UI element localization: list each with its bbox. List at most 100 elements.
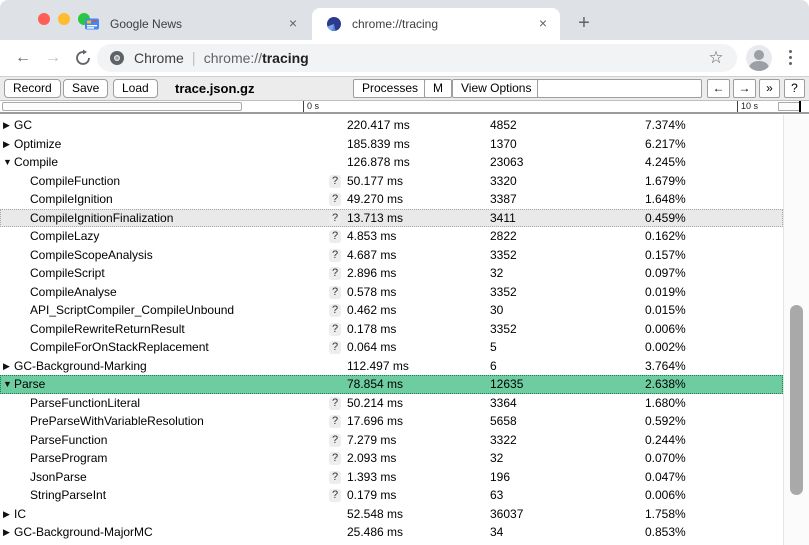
table-row[interactable]: CompileIgnition?49.270 ms33871.648% (0, 190, 783, 209)
slice-percent: 2.638% (645, 375, 686, 394)
back-icon[interactable]: ← (12, 47, 34, 69)
processes-button[interactable]: Processes (353, 79, 427, 98)
minimize-window-button[interactable] (58, 13, 70, 25)
help-icon[interactable]: ? (329, 249, 341, 262)
help-icon[interactable]: ? (329, 489, 341, 502)
find-next-button[interactable]: → (733, 79, 756, 98)
table-row[interactable]: CompileIgnitionFinalization?13.713 ms341… (0, 209, 783, 228)
slice-name: CompileScopeAnalysis (30, 246, 153, 265)
timeline-ruler: 0 s 10 s (0, 101, 809, 114)
slice-percent: 4.245% (645, 153, 686, 172)
slice-percent: 0.015% (645, 301, 686, 320)
table-row[interactable]: CompileRewriteReturnResult?0.178 ms33520… (0, 320, 783, 339)
slice-time: 50.177 ms (347, 172, 403, 191)
slice-table: ▶GC220.417 ms48527.374%▶Optimize185.839 … (0, 114, 809, 545)
search-input[interactable] (537, 79, 702, 98)
vertical-scrollbar[interactable] (783, 115, 809, 545)
table-row[interactable]: CompileForOnStackReplacement?0.064 ms50.… (0, 338, 783, 357)
expand-arrow-icon[interactable]: ▶ (3, 135, 13, 154)
scrollbar-thumb[interactable] (790, 305, 803, 495)
browser-window: Google News × chrome://tracing × + ← → (0, 0, 809, 545)
slice-count: 3352 (490, 320, 517, 339)
help-icon[interactable]: ? (329, 323, 341, 336)
slice-percent: 0.157% (645, 246, 686, 265)
close-tab-icon[interactable]: × (534, 15, 552, 33)
slice-count: 5 (490, 338, 497, 357)
table-row[interactable]: ▶GC-Background-MajorMC25.486 ms340.853% (0, 523, 783, 542)
table-row[interactable]: PreParseWithVariableResolution?17.696 ms… (0, 412, 783, 431)
help-icon[interactable]: ? (329, 267, 341, 280)
expand-arrow-icon[interactable]: ▶ (3, 357, 13, 376)
slice-count: 3387 (490, 190, 517, 209)
slice-name: Optimize (14, 135, 61, 154)
find-previous-button[interactable]: ← (707, 79, 730, 98)
help-button[interactable]: ? (784, 79, 805, 98)
table-row[interactable]: ParseProgram?2.093 ms320.070% (0, 449, 783, 468)
metadata-button[interactable]: M (424, 79, 452, 98)
tab-google-news[interactable]: Google News × (70, 8, 310, 40)
collapse-arrow-icon[interactable]: ▼ (3, 153, 13, 172)
ruler-right-track (778, 102, 801, 111)
load-button[interactable]: Load (113, 79, 158, 98)
table-row[interactable]: StringParseInt?0.179 ms630.006% (0, 486, 783, 505)
help-icon[interactable]: ? (329, 230, 341, 243)
slice-time: 112.497 ms (347, 357, 409, 376)
expand-arrow-icon[interactable]: ▶ (3, 505, 13, 524)
tab-tracing[interactable]: chrome://tracing × (312, 8, 560, 40)
new-tab-button[interactable]: + (570, 10, 598, 38)
save-button[interactable]: Save (63, 79, 108, 98)
table-row[interactable]: ▶GC220.417 ms48527.374% (0, 116, 783, 135)
slice-percent: 0.162% (645, 227, 686, 246)
record-button[interactable]: Record (4, 79, 61, 98)
slice-count: 3411 (490, 209, 516, 228)
collapse-arrow-icon[interactable]: ▼ (3, 375, 13, 394)
slice-name: Compile (14, 153, 58, 172)
url-bar[interactable]: Chrome | chrome://tracing (97, 44, 737, 72)
table-row[interactable]: ParseFunctionLiteral?50.214 ms33641.680% (0, 394, 783, 413)
help-icon[interactable]: ? (329, 286, 341, 299)
close-window-button[interactable] (38, 13, 50, 25)
help-icon[interactable]: ? (329, 193, 341, 206)
view-options-button[interactable]: View Options (452, 79, 540, 98)
profile-avatar[interactable] (746, 45, 772, 71)
forward-icon[interactable]: → (42, 47, 64, 69)
skip-button[interactable]: » (759, 79, 780, 98)
table-row[interactable]: CompileFunction?50.177 ms33201.679% (0, 172, 783, 191)
slice-time: 126.878 ms (347, 153, 410, 172)
table-row[interactable]: CompileLazy?4.853 ms28220.162% (0, 227, 783, 246)
slice-count: 1370 (490, 135, 517, 154)
help-icon[interactable]: ? (329, 175, 341, 188)
table-row[interactable]: API_ScriptCompiler_CompileUnbound?0.462 … (0, 301, 783, 320)
help-icon[interactable]: ? (329, 434, 341, 447)
table-row[interactable]: ▼Compile126.878 ms230634.245% (0, 153, 783, 172)
slice-count: 5658 (490, 412, 517, 431)
slice-time: 0.179 ms (347, 486, 396, 505)
slice-count: 12635 (490, 375, 523, 394)
table-row[interactable]: CompileScript?2.896 ms320.097% (0, 264, 783, 283)
help-icon[interactable]: ? (329, 212, 341, 225)
expand-arrow-icon[interactable]: ▶ (3, 523, 13, 542)
table-row[interactable]: ParseFunction?7.279 ms33220.244% (0, 431, 783, 450)
table-row[interactable]: CompileAnalyse?0.578 ms33520.019% (0, 283, 783, 302)
slice-name: IC (14, 505, 26, 524)
table-row[interactable]: ▶Optimize185.839 ms13706.217% (0, 135, 783, 154)
bookmark-star-icon[interactable]: ☆ (706, 48, 726, 68)
browser-menu-icon[interactable] (789, 50, 792, 65)
expand-arrow-icon[interactable]: ▶ (3, 116, 13, 135)
help-icon[interactable]: ? (329, 471, 341, 484)
table-row[interactable]: CompileScopeAnalysis?4.687 ms33520.157% (0, 246, 783, 265)
reload-icon[interactable] (72, 47, 94, 69)
slice-name: GC-Background-MajorMC (14, 523, 153, 542)
help-icon[interactable]: ? (329, 341, 341, 354)
table-row[interactable]: ▶IC52.548 ms360371.758% (0, 505, 783, 524)
slice-name: StringParseInt (30, 486, 106, 505)
help-icon[interactable]: ? (329, 415, 341, 428)
table-row[interactable]: JsonParse?1.393 ms1960.047% (0, 468, 783, 487)
help-icon[interactable]: ? (329, 452, 341, 465)
table-row[interactable]: ▶GC-Background-Marking112.497 ms63.764% (0, 357, 783, 376)
help-icon[interactable]: ? (329, 304, 341, 317)
help-icon[interactable]: ? (329, 397, 341, 410)
close-tab-icon[interactable]: × (284, 15, 302, 33)
slice-name: PreParseWithVariableResolution (30, 412, 204, 431)
table-row[interactable]: ▼Parse78.854 ms126352.638% (0, 375, 783, 394)
